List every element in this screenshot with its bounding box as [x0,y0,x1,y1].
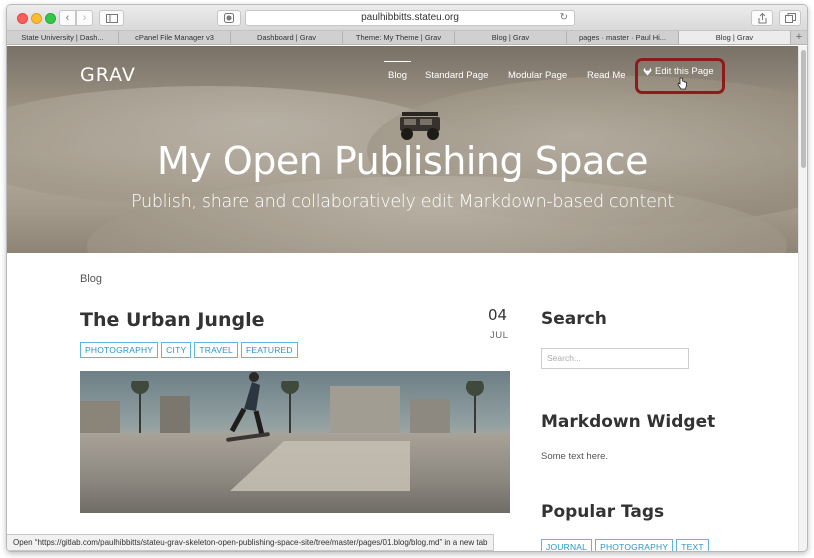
title-bar: ‹ › paulhibbitts.stateu.org ↻ [7,5,807,31]
share-button[interactable] [751,10,773,26]
zoom-window-button[interactable] [45,13,56,24]
close-window-button[interactable] [17,13,28,24]
browser-tab-active[interactable]: Blog | Grav [679,31,791,44]
reader-icon [224,13,234,23]
edit-this-page-link[interactable]: Edit this Page [643,66,714,77]
show-tabs-button[interactable] [779,10,801,26]
chevron-left-icon: ‹ [65,12,70,24]
hero-subtitle: Publish, share and collaboratively edit … [131,192,674,212]
browser-tab[interactable]: State University | Dash... [7,31,119,44]
skater-figure [226,372,270,442]
edit-this-page-label: Edit this Page [655,66,714,77]
search-input[interactable]: Search... [541,348,689,369]
tag-travel[interactable]: TRAVEL [194,342,238,358]
sidebar-icon [105,14,118,23]
popular-tag-text[interactable]: TEXT [676,539,709,551]
nav-standard-page[interactable]: Standard Page [425,70,488,81]
back-button[interactable]: ‹ [59,10,76,26]
url-text: paulhibbitts.stateu.org [361,12,459,23]
browser-tab[interactable]: cPanel File Manager v3 [119,31,231,44]
forward-button[interactable]: › [76,10,93,26]
browser-tab[interactable]: Theme: My Theme | Grav [343,31,455,44]
sidebar-toggle-button[interactable] [99,10,124,26]
hero-banner: GRAV Blog Standard Page Modular Page Rea… [7,46,798,253]
post-featured-image[interactable] [80,371,510,513]
popular-tag-photography[interactable]: PHOTOGRAPHY [595,539,674,551]
nav-blog[interactable]: Blog [383,61,412,81]
browser-window: ‹ › paulhibbitts.stateu.org ↻ State Univ… [6,4,808,552]
address-bar[interactable]: paulhibbitts.stateu.org ↻ [245,10,575,26]
nav-read-me[interactable]: Read Me [587,70,626,81]
reader-button[interactable] [217,10,241,26]
gitlab-icon [643,67,652,76]
new-tab-button[interactable]: + [791,31,807,44]
tab-bar: State University | Dash... cPanel File M… [7,31,807,45]
browser-tab[interactable]: Dashboard | Grav [231,31,343,44]
status-bar: Open “https://gitlab.com/paulhibbitts/st… [7,534,495,551]
page-viewport: GRAV Blog Standard Page Modular Page Rea… [7,46,798,551]
nav-modular-page[interactable]: Modular Page [508,70,567,81]
markdown-widget-text: Some text here. [541,451,609,462]
vertical-scrollbar[interactable] [798,46,807,551]
buildings-graphic [80,381,484,441]
tag-photography[interactable]: PHOTOGRAPHY [80,342,159,358]
chevron-right-icon: › [82,12,87,24]
popular-tags-heading: Popular Tags [541,502,665,522]
hand-cursor-icon [677,77,687,90]
post-title[interactable]: The Urban Jungle [80,309,264,331]
browser-tab[interactable]: Blog | Grav [455,31,567,44]
markdown-widget-heading: Markdown Widget [541,412,716,432]
site-logo[interactable]: GRAV [80,64,136,86]
post-tags: PHOTOGRAPHY CITY TRAVEL FEATURED [80,342,298,358]
minimize-window-button[interactable] [31,13,42,24]
browser-tab[interactable]: pages · master · Paul Hi... [567,31,679,44]
tag-featured[interactable]: FEATURED [240,342,298,358]
popular-tags: JOURNAL PHOTOGRAPHY TEXT [541,539,709,551]
reload-icon[interactable]: ↻ [560,11,568,25]
post-date-day: 04 [488,306,508,324]
plus-icon: + [795,31,803,43]
hero-title: My Open Publishing Space [156,139,649,183]
scrollbar-thumb[interactable] [801,50,806,168]
tabs-icon [784,13,796,23]
post-date-month: JUL [490,330,509,341]
popular-tag-journal[interactable]: JOURNAL [541,539,593,551]
share-icon [758,12,766,24]
breadcrumb[interactable]: Blog [80,273,102,285]
tag-city[interactable]: CITY [161,342,192,358]
search-heading: Search [541,309,607,329]
